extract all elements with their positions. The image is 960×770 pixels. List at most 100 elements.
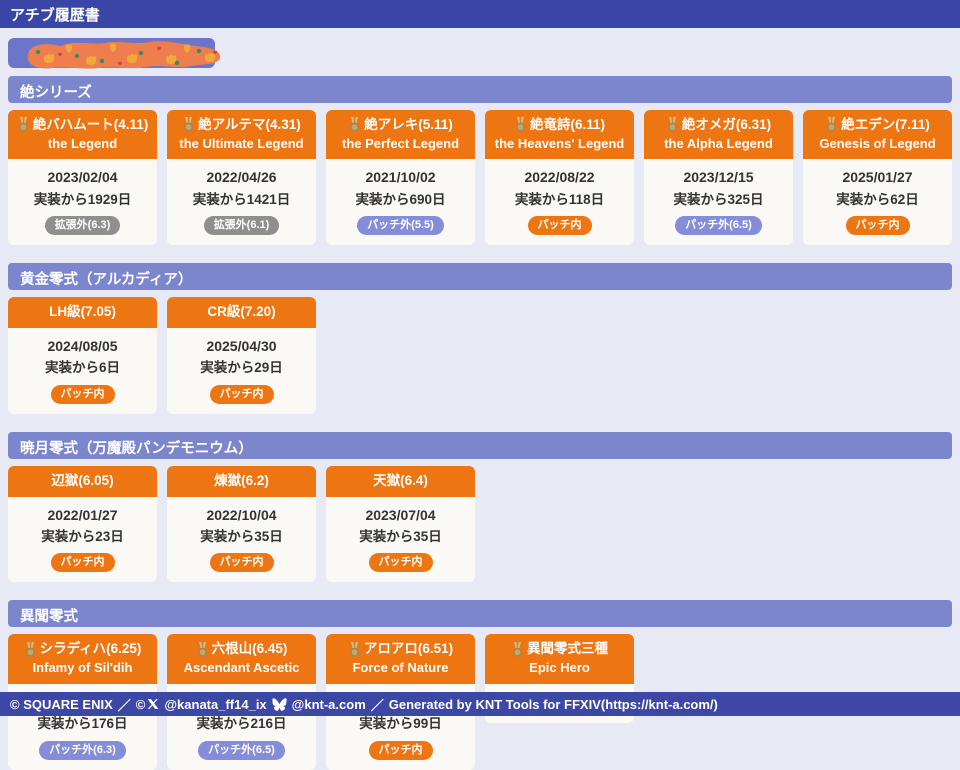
badge-wrap: パッチ内 bbox=[489, 215, 630, 235]
player-nameplate bbox=[8, 38, 215, 68]
badge-wrap: パッチ内 bbox=[171, 552, 312, 572]
achievement-card-body: 2023/12/15実装から325日パッチ外(6.5) bbox=[644, 159, 793, 245]
patch-status-badge: 拡張外(6.1) bbox=[204, 216, 280, 235]
card-row: LH級(7.05)2024/08/05実装から6日パッチ内 CR級(7.20) 20… bbox=[8, 297, 952, 414]
footer-copyright: © SQUARE ENIX bbox=[10, 697, 113, 712]
achievement-card: LH級(7.05)2024/08/05実装から6日パッチ内 bbox=[8, 297, 157, 414]
app-title-bar: アチブ履歴書 bbox=[0, 0, 960, 28]
achievement-subtitle: the Alpha Legend bbox=[646, 135, 791, 154]
footer-x-account: @kanata_ff14_ix bbox=[164, 697, 266, 712]
achievement-card-body: 2023/07/04実装から35日パッチ内 bbox=[326, 497, 475, 583]
achievement-title-text: 絶アルテマ(4.31) bbox=[198, 115, 301, 135]
days-since-release: 実装から690日 bbox=[330, 189, 471, 211]
achievement-card-header: CR級(7.20) bbox=[167, 297, 316, 328]
footer: © SQUARE ENIX ／ © @kanata_ff14_ix @knt-a… bbox=[0, 692, 960, 716]
patch-status-badge: パッチ内 bbox=[51, 385, 115, 404]
achievement-title-text: 天獄(6.4) bbox=[373, 471, 428, 491]
achievement-subtitle: the Heavens' Legend bbox=[487, 135, 632, 154]
footer-separator: ／ bbox=[371, 695, 384, 714]
section-header: 暁月零式（万魔殿パンデモニウム） bbox=[8, 432, 952, 459]
achievement-title-text: アロアロ(6.51) bbox=[364, 639, 453, 659]
clear-date: 2023/12/15 bbox=[648, 166, 789, 188]
achievement-title: 煉獄(6.2) bbox=[169, 471, 314, 491]
footer-bsky-account: @knt-a.com bbox=[292, 697, 366, 712]
medal-icon bbox=[348, 642, 361, 657]
patch-status-badge: パッチ内 bbox=[528, 216, 592, 235]
achievement-card: 絶アレキ(5.11)the Perfect Legend2021/10/02実装… bbox=[326, 110, 475, 245]
card-row: 辺獄(6.05)2022/01/27実装から23日パッチ内煉獄(6.2) 2022… bbox=[8, 466, 952, 583]
achievement-title: 絶エデン(7.11) bbox=[805, 115, 950, 135]
achievement-card-body: 2022/10/04実装から35日パッチ内 bbox=[167, 497, 316, 583]
achievement-subtitle: Genesis of Legend bbox=[805, 135, 950, 154]
footer-separator: ／ bbox=[118, 695, 131, 714]
achievement-title-text: 絶エデン(7.11) bbox=[841, 115, 930, 135]
censored-name-scribble bbox=[14, 36, 232, 74]
medal-icon bbox=[348, 117, 361, 132]
page-title: アチブ履歴書 bbox=[10, 4, 100, 25]
achievement-title: 絶アルテマ(4.31) bbox=[169, 115, 314, 135]
achievement-title-text: 絶アレキ(5.11) bbox=[364, 115, 453, 135]
achievement-card-body: 2021/10/02実装から690日パッチ外(5.5) bbox=[326, 159, 475, 245]
achievement-card: 煉獄(6.2) 2022/10/04実装から35日パッチ内 bbox=[167, 466, 316, 583]
achievement-subtitle: the Legend bbox=[10, 135, 155, 154]
achievement-card-header: 異聞零式三種Epic Hero bbox=[485, 634, 634, 683]
section-header: 絶シリーズ bbox=[8, 76, 952, 103]
achievement-title: 絶アレキ(5.11) bbox=[328, 115, 473, 135]
achievement-card-body: 2025/01/27実装から62日パッチ内 bbox=[803, 159, 952, 245]
days-since-release: 実装から35日 bbox=[171, 526, 312, 548]
achievement-card: 絶竜詩(6.11)the Heavens' Legend 2022/08/22実装… bbox=[485, 110, 634, 245]
achievement-title-text: 異聞零式三種 bbox=[527, 639, 608, 659]
achievement-card-body: 2022/08/22実装から118日パッチ内 bbox=[485, 159, 634, 245]
badge-wrap: 拡張外(6.3) bbox=[12, 215, 153, 235]
patch-status-badge: パッチ外(6.3) bbox=[39, 741, 126, 760]
achievement-card-header: 煉獄(6.2) bbox=[167, 466, 316, 497]
clear-date: 2022/04/26 bbox=[171, 166, 312, 188]
achievement-card: 絶エデン(7.11)Genesis of Legend 2025/01/27実装か… bbox=[803, 110, 952, 245]
achievement-title: シラディハ(6.25) bbox=[10, 639, 155, 659]
badge-wrap: パッチ外(6.5) bbox=[171, 740, 312, 760]
achievement-title: CR級(7.20) bbox=[169, 302, 314, 322]
days-since-release: 実装から118日 bbox=[489, 189, 630, 211]
footer-x-label: © bbox=[136, 697, 146, 712]
bluesky-icon bbox=[272, 698, 287, 711]
medal-icon bbox=[514, 117, 527, 132]
badge-wrap: パッチ内 bbox=[12, 552, 153, 572]
achievement-card-body: 2025/04/30実装から29日パッチ内 bbox=[167, 328, 316, 414]
badge-wrap: パッチ内 bbox=[807, 215, 948, 235]
medal-icon bbox=[196, 642, 209, 657]
section-header: 黄金零式（アルカディア） bbox=[8, 263, 952, 290]
achievement-card-header: 六根山(6.45)Ascendant Ascetic bbox=[167, 634, 316, 683]
badge-wrap: パッチ外(5.5) bbox=[330, 215, 471, 235]
report-body: 絶シリーズ 絶バハムート(4.11)the Legend 2023/02/04実装… bbox=[0, 28, 960, 770]
achievement-card: 絶オメガ(6.31)the Alpha Legend2023/12/15実装から… bbox=[644, 110, 793, 245]
days-since-release: 実装から1421日 bbox=[171, 189, 312, 211]
achievement-card-header: アロアロ(6.51)Force of Nature bbox=[326, 634, 475, 683]
achievement-title: 絶バハムート(4.11) bbox=[10, 115, 155, 135]
achievement-card-body: 2023/02/04実装から1929日拡張外(6.3) bbox=[8, 159, 157, 245]
days-since-release: 実装から62日 bbox=[807, 189, 948, 211]
patch-status-badge: パッチ内 bbox=[210, 385, 274, 404]
badge-wrap: 拡張外(6.1) bbox=[171, 215, 312, 235]
achievement-title: 六根山(6.45) bbox=[169, 639, 314, 659]
footer-generated-by: Generated by KNT Tools for FFXIV(https:/… bbox=[389, 697, 718, 712]
days-since-release: 実装から99日 bbox=[330, 713, 471, 735]
clear-date: 2024/08/05 bbox=[12, 335, 153, 357]
patch-status-badge: パッチ内 bbox=[51, 553, 115, 572]
achievement-title-text: 絶オメガ(6.31) bbox=[682, 115, 771, 135]
achievement-card-header: 絶オメガ(6.31)the Alpha Legend bbox=[644, 110, 793, 159]
clear-date: 2022/08/22 bbox=[489, 166, 630, 188]
achievement-title: 辺獄(6.05) bbox=[10, 471, 155, 491]
badge-wrap: パッチ内 bbox=[12, 384, 153, 404]
badge-wrap: パッチ外(6.3) bbox=[12, 740, 153, 760]
patch-status-badge: パッチ内 bbox=[210, 553, 274, 572]
achievement-subtitle: Infamy of Sil'dih bbox=[10, 659, 155, 678]
clear-date: 2025/04/30 bbox=[171, 335, 312, 357]
medal-icon bbox=[24, 642, 37, 657]
achievement-title-text: CR級(7.20) bbox=[207, 302, 275, 322]
achievement-card: 辺獄(6.05)2022/01/27実装から23日パッチ内 bbox=[8, 466, 157, 583]
medal-icon bbox=[17, 117, 30, 132]
badge-wrap: パッチ内 bbox=[171, 384, 312, 404]
achievement-title-text: 絶竜詩(6.11) bbox=[530, 115, 605, 135]
achievement-title: 天獄(6.4) bbox=[328, 471, 473, 491]
patch-status-badge: パッチ外(6.5) bbox=[675, 216, 762, 235]
